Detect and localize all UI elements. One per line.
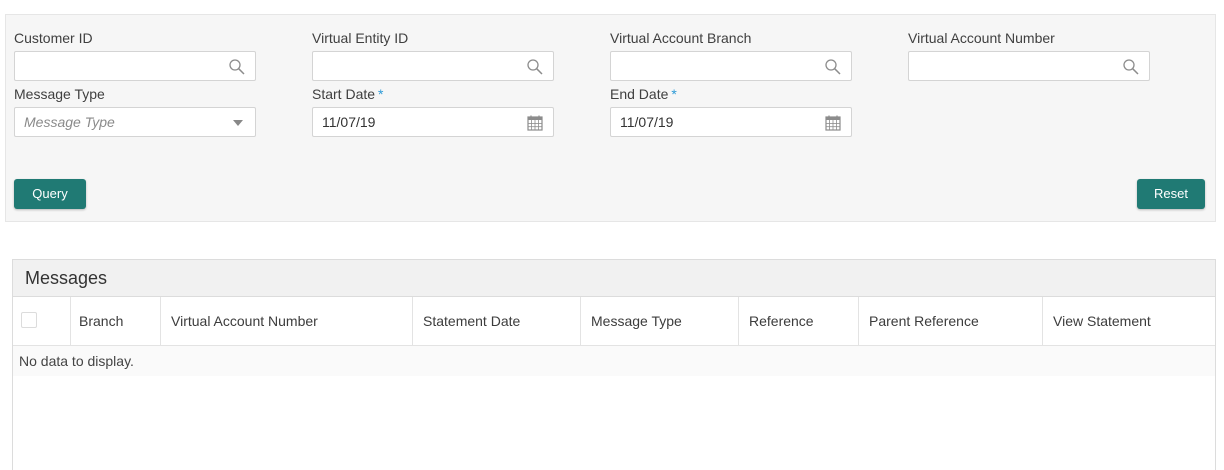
start-date-value: 11/07/19 xyxy=(322,114,376,130)
start-date-field: Start Date * 11/07/19 xyxy=(312,85,554,137)
column-header-virtual-account-number[interactable]: Virtual Account Number xyxy=(161,297,413,345)
empty-table-message: No data to display. xyxy=(13,346,1215,376)
virtual-account-number-label: Virtual Account Number xyxy=(908,30,1055,46)
query-button[interactable]: Query xyxy=(14,179,86,209)
virtual-entity-id-input[interactable] xyxy=(312,51,554,81)
messages-title: Messages xyxy=(13,260,1215,297)
column-header-view-statement[interactable]: View Statement xyxy=(1043,297,1215,345)
reset-button[interactable]: Reset xyxy=(1137,179,1205,209)
message-type-label: Message Type xyxy=(14,86,105,102)
column-header-reference[interactable]: Reference xyxy=(739,297,859,345)
message-type-select[interactable]: Message Type xyxy=(14,107,256,137)
chevron-down-icon[interactable] xyxy=(233,120,243,126)
select-all-column xyxy=(13,297,71,345)
required-marker: * xyxy=(378,86,384,102)
column-header-statement-date[interactable]: Statement Date xyxy=(413,297,581,345)
message-type-placeholder: Message Type xyxy=(24,114,115,130)
virtual-account-number-input[interactable] xyxy=(908,51,1150,81)
messages-table-header: Branch Virtual Account Number Statement … xyxy=(13,297,1215,346)
message-type-field: Message Type Message Type xyxy=(14,85,256,137)
search-icon[interactable] xyxy=(824,58,842,76)
messages-panel: Messages Branch Virtual Account Number S… xyxy=(12,259,1216,470)
search-icon[interactable] xyxy=(228,58,246,76)
search-icon[interactable] xyxy=(1122,58,1140,76)
required-marker: * xyxy=(671,86,677,102)
end-date-label: End Date xyxy=(610,86,669,102)
column-header-parent-reference[interactable]: Parent Reference xyxy=(859,297,1043,345)
virtual-entity-id-field: Virtual Entity ID xyxy=(312,29,554,81)
end-date-value: 11/07/19 xyxy=(620,114,674,130)
select-all-checkbox[interactable] xyxy=(21,312,37,328)
column-header-message-type[interactable]: Message Type xyxy=(581,297,739,345)
customer-id-field: Customer ID xyxy=(14,29,256,81)
search-panel: Customer ID Virtual Entity ID Virtual Ac… xyxy=(5,14,1216,222)
end-date-input[interactable]: 11/07/19 xyxy=(610,107,852,137)
search-icon[interactable] xyxy=(526,58,544,76)
start-date-input[interactable]: 11/07/19 xyxy=(312,107,554,137)
virtual-entity-id-label: Virtual Entity ID xyxy=(312,30,409,46)
end-date-label-row: End Date * xyxy=(610,85,852,103)
customer-id-label: Customer ID xyxy=(14,30,93,46)
virtual-account-number-field: Virtual Account Number xyxy=(908,29,1150,81)
calendar-icon[interactable] xyxy=(526,114,544,132)
customer-id-input[interactable] xyxy=(14,51,256,81)
virtual-account-branch-input[interactable] xyxy=(610,51,852,81)
virtual-account-branch-field: Virtual Account Branch xyxy=(610,29,852,81)
virtual-account-branch-label: Virtual Account Branch xyxy=(610,30,752,46)
calendar-icon[interactable] xyxy=(824,114,842,132)
start-date-label-row: Start Date * xyxy=(312,85,554,103)
end-date-field: End Date * 11/07/19 xyxy=(610,85,852,137)
start-date-label: Start Date xyxy=(312,86,376,102)
column-header-branch[interactable]: Branch xyxy=(71,297,161,345)
